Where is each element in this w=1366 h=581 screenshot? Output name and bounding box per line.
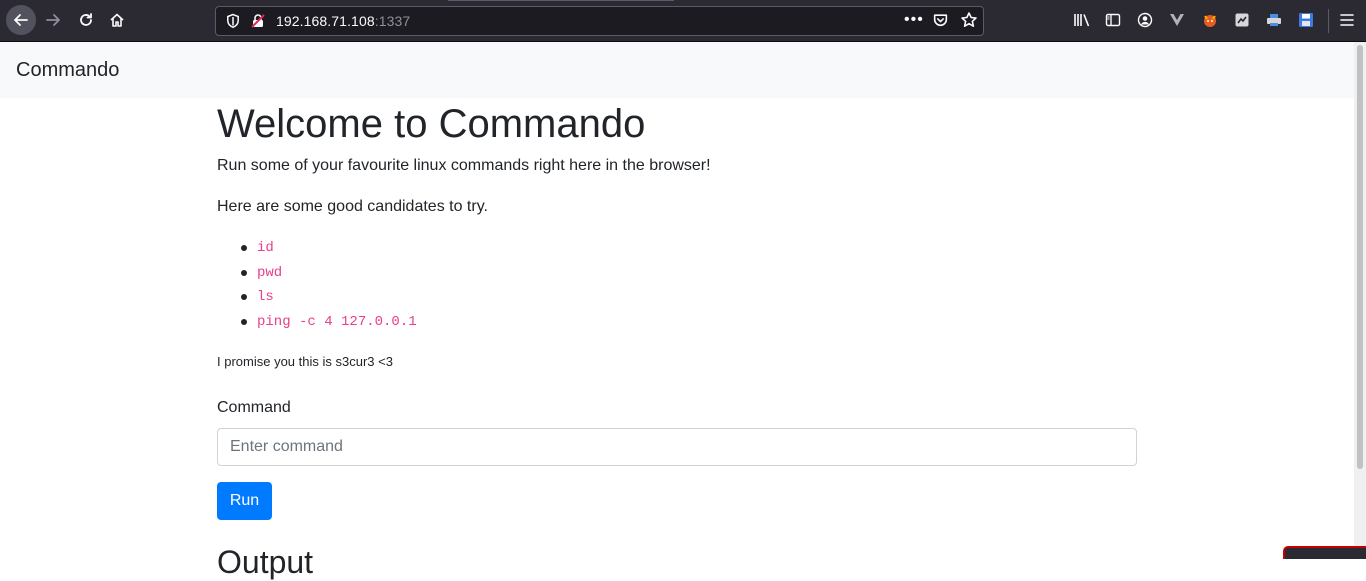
extension-icon[interactable] (1233, 11, 1251, 29)
fox-extension-icon[interactable] (1201, 11, 1219, 29)
page-title: Welcome to Commando (217, 102, 646, 146)
hamburger-menu-icon[interactable] (1338, 11, 1356, 29)
account-icon[interactable] (1136, 11, 1154, 29)
tab-indicator (448, 0, 674, 1)
command-label: Command (217, 399, 291, 416)
arrow-right-icon (46, 14, 60, 26)
sidebar-icon[interactable] (1104, 11, 1122, 29)
command-example: ping -c 4 127.0.0.1 (257, 313, 417, 330)
insecure-lock-icon[interactable] (250, 13, 266, 29)
list-item: ping -c 4 127.0.0.1 (217, 310, 417, 335)
command-example: pwd (257, 264, 283, 281)
security-note: I promise you this is s3cur3 <3 (217, 354, 393, 369)
home-icon (110, 13, 124, 27)
url-port: :1337 (374, 13, 411, 29)
command-list: id pwd ls ping -c 4 127.0.0.1 (217, 236, 417, 334)
star-icon[interactable] (960, 11, 978, 29)
toolbar-separator (1328, 9, 1329, 33)
arrow-left-icon (14, 14, 28, 26)
command-input[interactable] (217, 428, 1137, 466)
printer-extension-icon[interactable] (1265, 11, 1283, 29)
list-item: pwd (217, 261, 417, 286)
intro-text: Run some of your favourite linux command… (217, 157, 711, 174)
navbar: Commando (0, 42, 1354, 98)
url-host: 192.168.71.108 (276, 13, 375, 29)
reload-icon (80, 13, 92, 26)
pocket-icon[interactable] (932, 12, 949, 29)
reload-button[interactable] (72, 6, 100, 34)
bullet (241, 294, 247, 300)
library-icon[interactable] (1073, 11, 1091, 29)
candidates-text: Here are some good candidates to try. (217, 198, 488, 215)
list-item: id (217, 236, 417, 261)
overlay-widget[interactable] (1283, 546, 1366, 559)
bullet (241, 318, 247, 325)
command-example: id (257, 240, 274, 257)
url-text[interactable]: 192.168.71.108:1337 (276, 13, 410, 29)
bullet (241, 269, 247, 276)
page-actions-button[interactable]: ••• (904, 11, 924, 29)
tracking-shield-icon[interactable] (225, 13, 241, 29)
command-example: ls (257, 289, 274, 306)
home-button[interactable] (103, 6, 131, 34)
navbar-brand[interactable]: Commando (16, 59, 119, 82)
output-heading: Output (217, 544, 314, 580)
scrollbar-thumb[interactable] (1357, 45, 1363, 469)
run-button[interactable]: Run (217, 482, 272, 520)
bullet (241, 245, 247, 251)
forward-button[interactable] (39, 6, 67, 34)
save-extension-icon[interactable] (1297, 11, 1315, 29)
browser-toolbar: 192.168.71.108:1337 ••• (0, 0, 1366, 42)
list-item: ls (217, 285, 417, 310)
vue-devtools-icon[interactable] (1168, 11, 1186, 29)
back-button[interactable] (6, 5, 36, 35)
url-bar[interactable]: 192.168.71.108:1337 ••• (215, 6, 984, 36)
